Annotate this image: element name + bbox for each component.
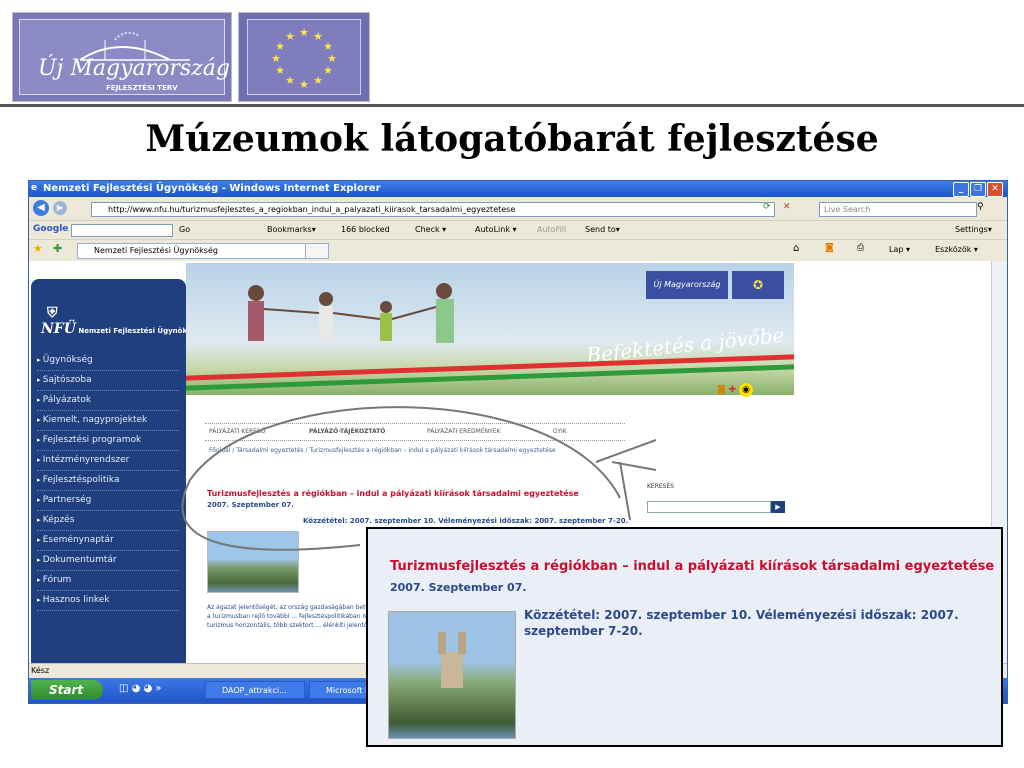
zoomed-article-callout: Turizmusfejlesztés a régiókban – indul a… [366, 527, 1003, 747]
zoom-article-published: Közzététel: 2007. szeptember 10. Vélemén… [524, 608, 959, 638]
zoom-article-date: 2007. Szeptember 07. [390, 581, 527, 594]
church-icon [438, 632, 466, 688]
zoom-article-title: Turizmusfejlesztés a régiókban – indul a… [390, 559, 995, 574]
zoom-article-photo [388, 611, 516, 739]
